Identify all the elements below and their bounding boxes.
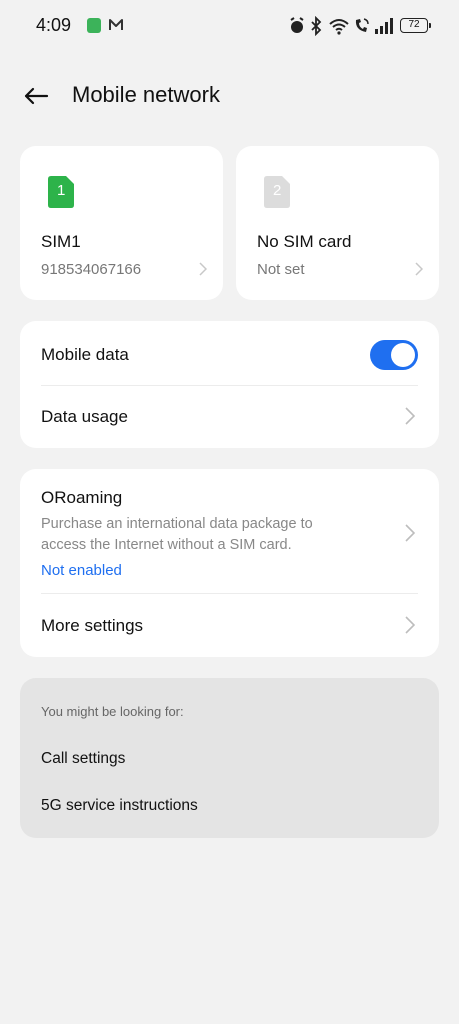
chevron-right-icon xyxy=(405,616,415,634)
sim1-card[interactable]: 1 SIM1 918534067166 xyxy=(20,146,223,300)
data-settings-card: Mobile data Data usage xyxy=(20,321,439,448)
bluetooth-icon xyxy=(311,16,322,36)
sim-slot-number: 2 xyxy=(273,182,282,199)
mobile-data-row[interactable]: Mobile data xyxy=(20,321,439,385)
oroaming-status: Not enabled xyxy=(41,562,122,579)
oroaming-row[interactable]: ORoaming Purchase an international data … xyxy=(20,469,439,593)
oroaming-description: Purchase an international data package t… xyxy=(41,516,313,553)
suggestions-card: You might be looking for: Call settings … xyxy=(20,678,439,838)
battery-icon: 72 xyxy=(400,18,431,33)
mail-icon xyxy=(109,19,123,30)
status-bar: 4:09 72 xyxy=(0,0,459,52)
sim2-card[interactable]: 2 No SIM card Not set xyxy=(236,146,439,300)
more-settings-row[interactable]: More settings xyxy=(20,593,439,657)
mobile-data-toggle[interactable] xyxy=(370,340,418,370)
back-button[interactable] xyxy=(20,80,52,112)
toggle-knob xyxy=(391,343,415,367)
wifi-calling-icon xyxy=(355,18,369,32)
data-usage-row[interactable]: Data usage xyxy=(20,385,439,448)
suggestion-call-settings[interactable]: Call settings xyxy=(41,750,125,768)
chevron-right-icon xyxy=(405,407,415,425)
chevron-right-icon xyxy=(199,262,207,276)
more-settings-label: More settings xyxy=(41,616,144,635)
mobile-data-label: Mobile data xyxy=(41,345,129,364)
wifi-icon xyxy=(329,19,349,35)
sim-slot-number: 1 xyxy=(57,182,66,199)
alarm-icon xyxy=(290,17,304,33)
oroaming-title: ORoaming xyxy=(41,488,123,507)
sim-name: No SIM card xyxy=(257,232,352,251)
app-notification-icon xyxy=(87,18,101,33)
sim-name: SIM1 xyxy=(41,232,81,251)
data-usage-label: Data usage xyxy=(41,407,128,426)
chevron-right-icon xyxy=(415,262,423,276)
status-time: 4:09 xyxy=(36,15,72,35)
chevron-right-icon xyxy=(405,524,415,542)
arrow-left-icon xyxy=(24,87,49,105)
sim-number: Not set xyxy=(257,261,305,278)
suggestion-5g-instructions[interactable]: 5G service instructions xyxy=(41,797,198,815)
signal-icon xyxy=(375,18,393,34)
roaming-card: ORoaming Purchase an international data … xyxy=(20,469,439,657)
page-title: Mobile network xyxy=(72,82,220,107)
suggestions-header: You might be looking for: xyxy=(41,704,184,719)
sim-number: 918534067166 xyxy=(41,261,142,278)
